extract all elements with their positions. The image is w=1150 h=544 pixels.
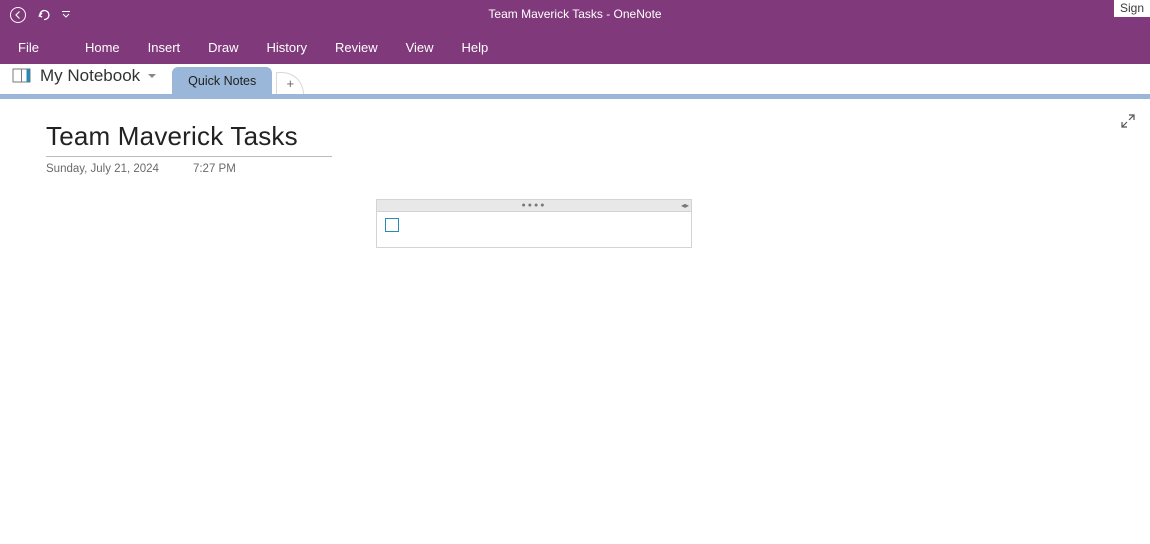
quick-access-dropdown[interactable] — [58, 3, 74, 27]
todo-checkbox[interactable] — [385, 218, 399, 232]
quick-access-toolbar — [0, 3, 74, 27]
expand-button[interactable] — [1120, 113, 1136, 129]
chevron-down-icon — [61, 10, 71, 20]
drag-dots-icon: ●●●● — [522, 202, 547, 209]
section-tabstrip: My Notebook Quick Notes + — [0, 64, 1150, 99]
add-section-button[interactable]: + — [276, 72, 304, 94]
page-title-block: Team Maverick Tasks Sunday, July 21, 202… — [46, 121, 332, 175]
titlebar-right: Sign — [1114, 0, 1150, 17]
page-time[interactable]: 7:27 PM — [193, 163, 236, 175]
menu-review[interactable]: Review — [321, 33, 392, 62]
menu-draw[interactable]: Draw — [194, 33, 252, 62]
undo-icon — [35, 6, 53, 24]
menu-view[interactable]: View — [392, 33, 448, 62]
note-container[interactable]: ●●●● ◂▸ — [376, 199, 692, 248]
chevron-down-icon — [146, 70, 158, 82]
menu-file[interactable]: File — [4, 33, 53, 62]
undo-button[interactable] — [32, 3, 56, 27]
page-title[interactable]: Team Maverick Tasks — [46, 121, 332, 152]
notebook-picker[interactable]: My Notebook — [10, 61, 166, 91]
menu-home[interactable]: Home — [71, 33, 134, 62]
note-container-handle[interactable]: ●●●● ◂▸ — [376, 199, 692, 212]
section-tab-quick-notes[interactable]: Quick Notes — [172, 67, 272, 94]
menu-insert[interactable]: Insert — [134, 33, 195, 62]
page-meta: Sunday, July 21, 2024 7:27 PM — [46, 163, 332, 175]
notebook-name: My Notebook — [40, 66, 140, 86]
back-button[interactable] — [6, 3, 30, 27]
title-rule — [46, 156, 332, 157]
window-title: Team Maverick Tasks - OneNote — [0, 7, 1150, 21]
resize-handle-icon[interactable]: ◂▸ — [681, 201, 689, 210]
notebook-icon — [12, 67, 34, 85]
page-canvas[interactable]: Team Maverick Tasks Sunday, July 21, 202… — [0, 99, 1150, 544]
note-container-body[interactable] — [376, 212, 692, 248]
menu-bar: File Home Insert Draw History Review Vie… — [0, 30, 1150, 64]
back-arrow-icon — [9, 6, 27, 24]
page-date[interactable]: Sunday, July 21, 2024 — [46, 163, 159, 175]
section-tab-label: Quick Notes — [188, 74, 256, 88]
expand-icon — [1120, 113, 1136, 129]
menu-history[interactable]: History — [253, 33, 321, 62]
sign-in-button[interactable]: Sign — [1114, 0, 1150, 17]
menu-help[interactable]: Help — [448, 33, 503, 62]
plus-icon: + — [286, 76, 294, 91]
title-bar: Team Maverick Tasks - OneNote Sign — [0, 0, 1150, 30]
